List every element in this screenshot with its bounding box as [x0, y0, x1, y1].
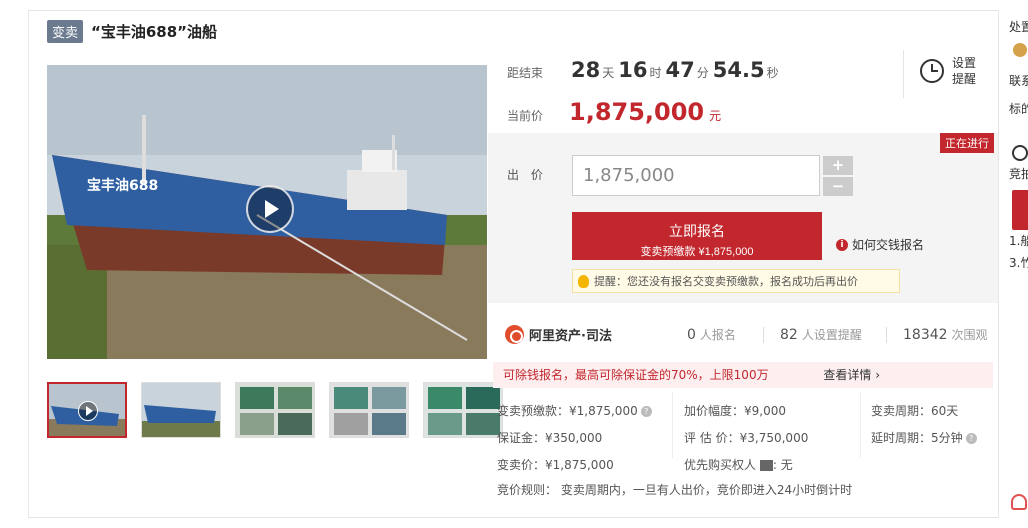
countdown-label: 距结束: [507, 66, 544, 80]
thumb-image: [424, 383, 502, 437]
help-icon[interactable]: ?: [965, 433, 977, 444]
reminders-stat: 82 人设置提醒: [780, 326, 862, 343]
alarm-clock-icon: [920, 59, 944, 83]
stats-row: 阿里资产·司法 0 人报名 82 人设置提醒 18342 次围观: [488, 315, 998, 355]
ali-asset-icon: [505, 325, 524, 344]
thumb-image: [330, 383, 408, 437]
sidebar-text-3: 标的: [1009, 102, 1028, 116]
sidebar-text-2: 联系: [1009, 74, 1028, 88]
decrease-bid-button[interactable]: −: [823, 177, 853, 196]
lot-title: “宝丰油688”油船: [91, 22, 218, 41]
signup-button[interactable]: 立即报名 变卖预缴款 ¥1,875,000: [572, 212, 822, 260]
tip-box: 提醒：您还没有报名交变卖预缴款，报名成功后再出价: [572, 269, 900, 293]
divider: [903, 50, 904, 98]
seconds-unit: 秒: [766, 66, 779, 80]
sale-period: 变卖周期：60天: [871, 404, 959, 418]
header: 变卖 “宝丰油688”油船: [47, 19, 218, 43]
priority-label: 优先购买权人: [684, 458, 757, 472]
org-logo-icon: [1012, 145, 1028, 161]
thumb-image: [236, 383, 314, 437]
how-to-pay-link[interactable]: i 如何交钱报名: [836, 236, 924, 253]
sidebar-text-4: 竞拍: [1009, 167, 1028, 181]
bid-panel: 正在进行 出 价 + − 立即报名 变卖预缴款 ¥1,875,000 i 如何交…: [488, 133, 998, 303]
extension-text: 延时周期：5分钟: [871, 431, 963, 445]
promo-text: 可除钱报名，最高可除保证金的70%，上限100万: [503, 368, 769, 382]
thumbnail-4[interactable]: [329, 382, 409, 438]
registered-count: 0: [687, 327, 696, 343]
registered-label: 人报名: [699, 328, 736, 342]
platform-logo: 阿里资产·司法: [505, 325, 612, 344]
stat-divider: [886, 327, 887, 343]
priority-value: 无: [780, 458, 793, 472]
help-icon[interactable]: ?: [640, 406, 652, 417]
sidebar-text-1: 处置: [1009, 20, 1028, 34]
bid-input[interactable]: [572, 155, 820, 196]
column-divider: [860, 392, 861, 458]
how-to-pay-label: 如何交钱报名: [852, 238, 925, 252]
signup-sub-label: 变卖预缴款 ¥1,875,000: [640, 245, 754, 258]
reminders-count: 82: [780, 327, 798, 343]
bidding-rule: 竞价规则： 变卖周期内，一旦有人出价，竞价即进入24小时倒计时: [497, 483, 853, 497]
views-count: 18342: [903, 327, 948, 343]
lightbulb-icon: [578, 274, 589, 288]
sale-price: 变卖价：¥1,875,000: [497, 458, 614, 472]
svg-text:宝丰油688: 宝丰油688: [87, 177, 158, 194]
countdown: 距结束 28 天 16 时 47 分 54.5 秒: [507, 58, 783, 82]
id-card-icon: [759, 460, 773, 471]
deposit-prepay: 变卖预缴款：¥1,875,000?: [497, 402, 652, 419]
view-details-link[interactable]: 查看详情 ›: [823, 362, 880, 388]
right-sidebar: 处置 联系 标的 竞拍 1.船 3.竹: [998, 10, 1028, 518]
price-label: 当前价: [507, 109, 544, 123]
deposit-prepay-text: 变卖预缴款：¥1,875,000: [497, 404, 638, 418]
countdown-days: 28: [571, 58, 601, 82]
price-unit: 元: [709, 109, 722, 123]
countdown-hours: 16: [618, 58, 648, 82]
column-divider: [672, 392, 673, 458]
reminders-label: 人设置提醒: [801, 328, 862, 342]
platform-name: 阿里资产·司法: [529, 329, 612, 344]
thumbnail-1[interactable]: [47, 382, 127, 438]
minutes-unit: 分: [696, 66, 709, 80]
increment: 加价幅度：¥9,000: [684, 404, 786, 418]
price-value: 1,875,000: [569, 98, 705, 126]
priority-buyer: 优先购买权人 : 无: [684, 458, 793, 472]
sidebar-action-button[interactable]: [1012, 190, 1028, 230]
sidebar-text-6: 3.竹: [1009, 256, 1028, 270]
thumbnail-2[interactable]: [141, 382, 221, 438]
status-badge: 正在进行: [940, 133, 994, 153]
reminder-label: 设置提醒: [952, 56, 977, 86]
tip-text: 提醒：您还没有报名交变卖预缴款，报名成功后再出价: [594, 275, 858, 288]
sidebar-text-5: 1.船: [1009, 234, 1028, 248]
days-unit: 天: [602, 66, 615, 80]
play-icon: [78, 401, 98, 421]
promo-bar: 可除钱报名，最高可除保证金的70%，上限100万 查看详情 ›: [493, 362, 993, 388]
main-photo[interactable]: 宝丰油688: [47, 65, 487, 359]
security-deposit: 保证金：¥350,000: [497, 431, 603, 445]
bid-label: 出 价: [507, 168, 547, 182]
current-price: 当前价 1,875,000 元: [507, 98, 721, 126]
set-reminder-button[interactable]: 设置提醒: [920, 55, 980, 87]
registered-stat: 0 人报名: [687, 326, 736, 343]
video-play-button[interactable]: [246, 185, 294, 233]
customer-service-icon[interactable]: [1011, 494, 1027, 510]
countdown-seconds: 54.5: [712, 58, 765, 82]
hours-unit: 时: [649, 66, 662, 80]
increase-bid-button[interactable]: +: [823, 156, 853, 175]
views-stat: 18342 次围观: [903, 326, 988, 343]
stat-divider: [763, 327, 764, 343]
thumbnail-strip: [47, 382, 503, 438]
extension-period: 延时周期：5分钟?: [871, 429, 977, 446]
views-label: 次围观: [951, 328, 988, 342]
thumbnail-5[interactable]: [423, 382, 503, 438]
info-icon: i: [836, 238, 848, 251]
appraisal-price: 评 估 价：¥3,750,000: [684, 431, 809, 445]
signup-main-label: 立即报名: [669, 222, 725, 239]
countdown-minutes: 47: [665, 58, 695, 82]
thumbnail-3[interactable]: [235, 382, 315, 438]
thumb-image: [142, 383, 220, 437]
type-badge: 变卖: [47, 19, 84, 43]
medal-icon: [1013, 43, 1027, 57]
